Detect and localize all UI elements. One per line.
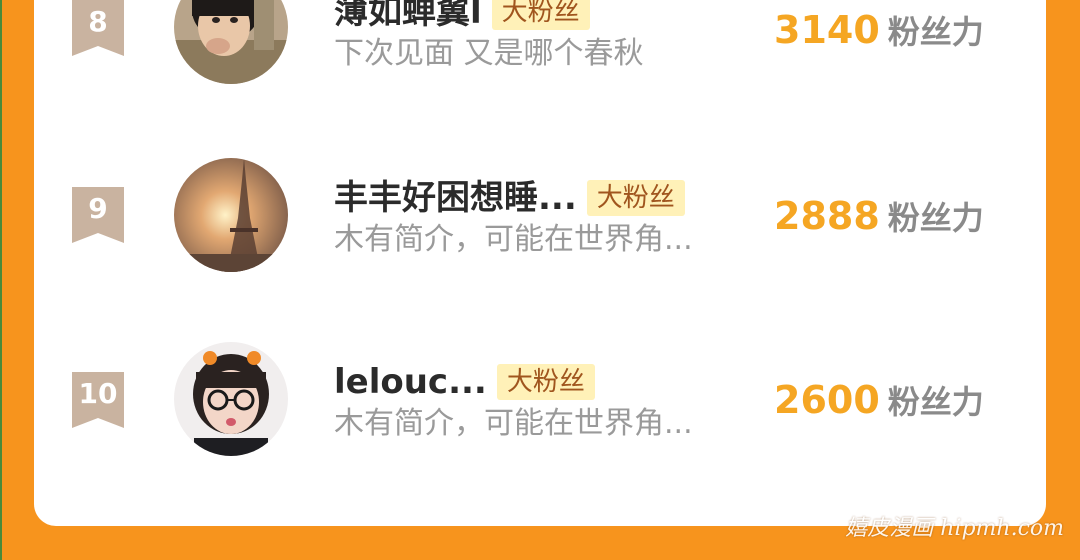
score-value: 2888	[774, 194, 880, 238]
user-name[interactable]: lelouc...	[334, 360, 487, 404]
rank-badge: 8	[72, 0, 124, 56]
fan-power-score: 2888 粉丝力	[774, 194, 1024, 240]
score-unit: 粉丝力	[887, 199, 984, 237]
fan-power-score: 3140 粉丝力	[774, 8, 1024, 54]
name-line: 丰丰好困想睡... 大粉丝	[334, 176, 685, 226]
leaderboard-card: 8 薄如蝉翼l 大粉丝 下次见面 又是哪个春秋 3140 粉丝力 9 丰丰好困想…	[34, 0, 1046, 526]
avatar[interactable]	[174, 0, 288, 84]
fan-level-badge: 大粉丝	[496, 364, 595, 400]
left-edge-strip	[0, 0, 2, 560]
page-frame: 8 薄如蝉翼l 大粉丝 下次见面 又是哪个春秋 3140 粉丝力 9 丰丰好困想…	[0, 0, 1080, 560]
user-name[interactable]: 薄如蝉翼l	[334, 0, 482, 34]
avatar-photo	[174, 0, 288, 84]
avatar[interactable]	[174, 158, 288, 272]
site-watermark: 嬉皮漫画 hipmh.com	[845, 516, 1064, 541]
avatar-photo	[174, 342, 288, 456]
fan-level-badge: 大粉丝	[491, 0, 590, 30]
user-bio: 木有简介，可能在世界角...	[334, 406, 693, 441]
rank-badge: 9	[72, 187, 124, 243]
leaderboard-row[interactable]: 9 丰丰好困想睡... 大粉丝 木有简介，可能在世界角... 2888 粉丝力	[34, 156, 1046, 306]
user-name[interactable]: 丰丰好困想睡...	[334, 176, 577, 220]
rank-number: 10	[78, 377, 118, 410]
user-bio: 木有简介，可能在世界角...	[334, 222, 693, 257]
leaderboard-row[interactable]: 8 薄如蝉翼l 大粉丝 下次见面 又是哪个春秋 3140 粉丝力	[34, 0, 1046, 120]
avatar-photo	[174, 158, 288, 272]
rank-badge: 10	[72, 372, 124, 428]
fan-power-score: 2600 粉丝力	[774, 378, 1024, 424]
user-bio: 下次见面 又是哪个春秋	[334, 36, 644, 71]
leaderboard-row[interactable]: 10 lelouc... 大粉丝 木有简介，可能在世界角... 2600 粉丝力	[34, 340, 1046, 490]
score-unit: 粉丝力	[887, 383, 984, 421]
fan-level-badge: 大粉丝	[586, 180, 685, 216]
score-value: 3140	[774, 8, 880, 52]
rank-number: 9	[88, 192, 108, 225]
score-unit: 粉丝力	[887, 13, 984, 51]
rank-number: 8	[88, 5, 108, 38]
avatar[interactable]	[174, 342, 288, 456]
name-line: lelouc... 大粉丝	[334, 360, 595, 410]
score-value: 2600	[774, 378, 880, 422]
